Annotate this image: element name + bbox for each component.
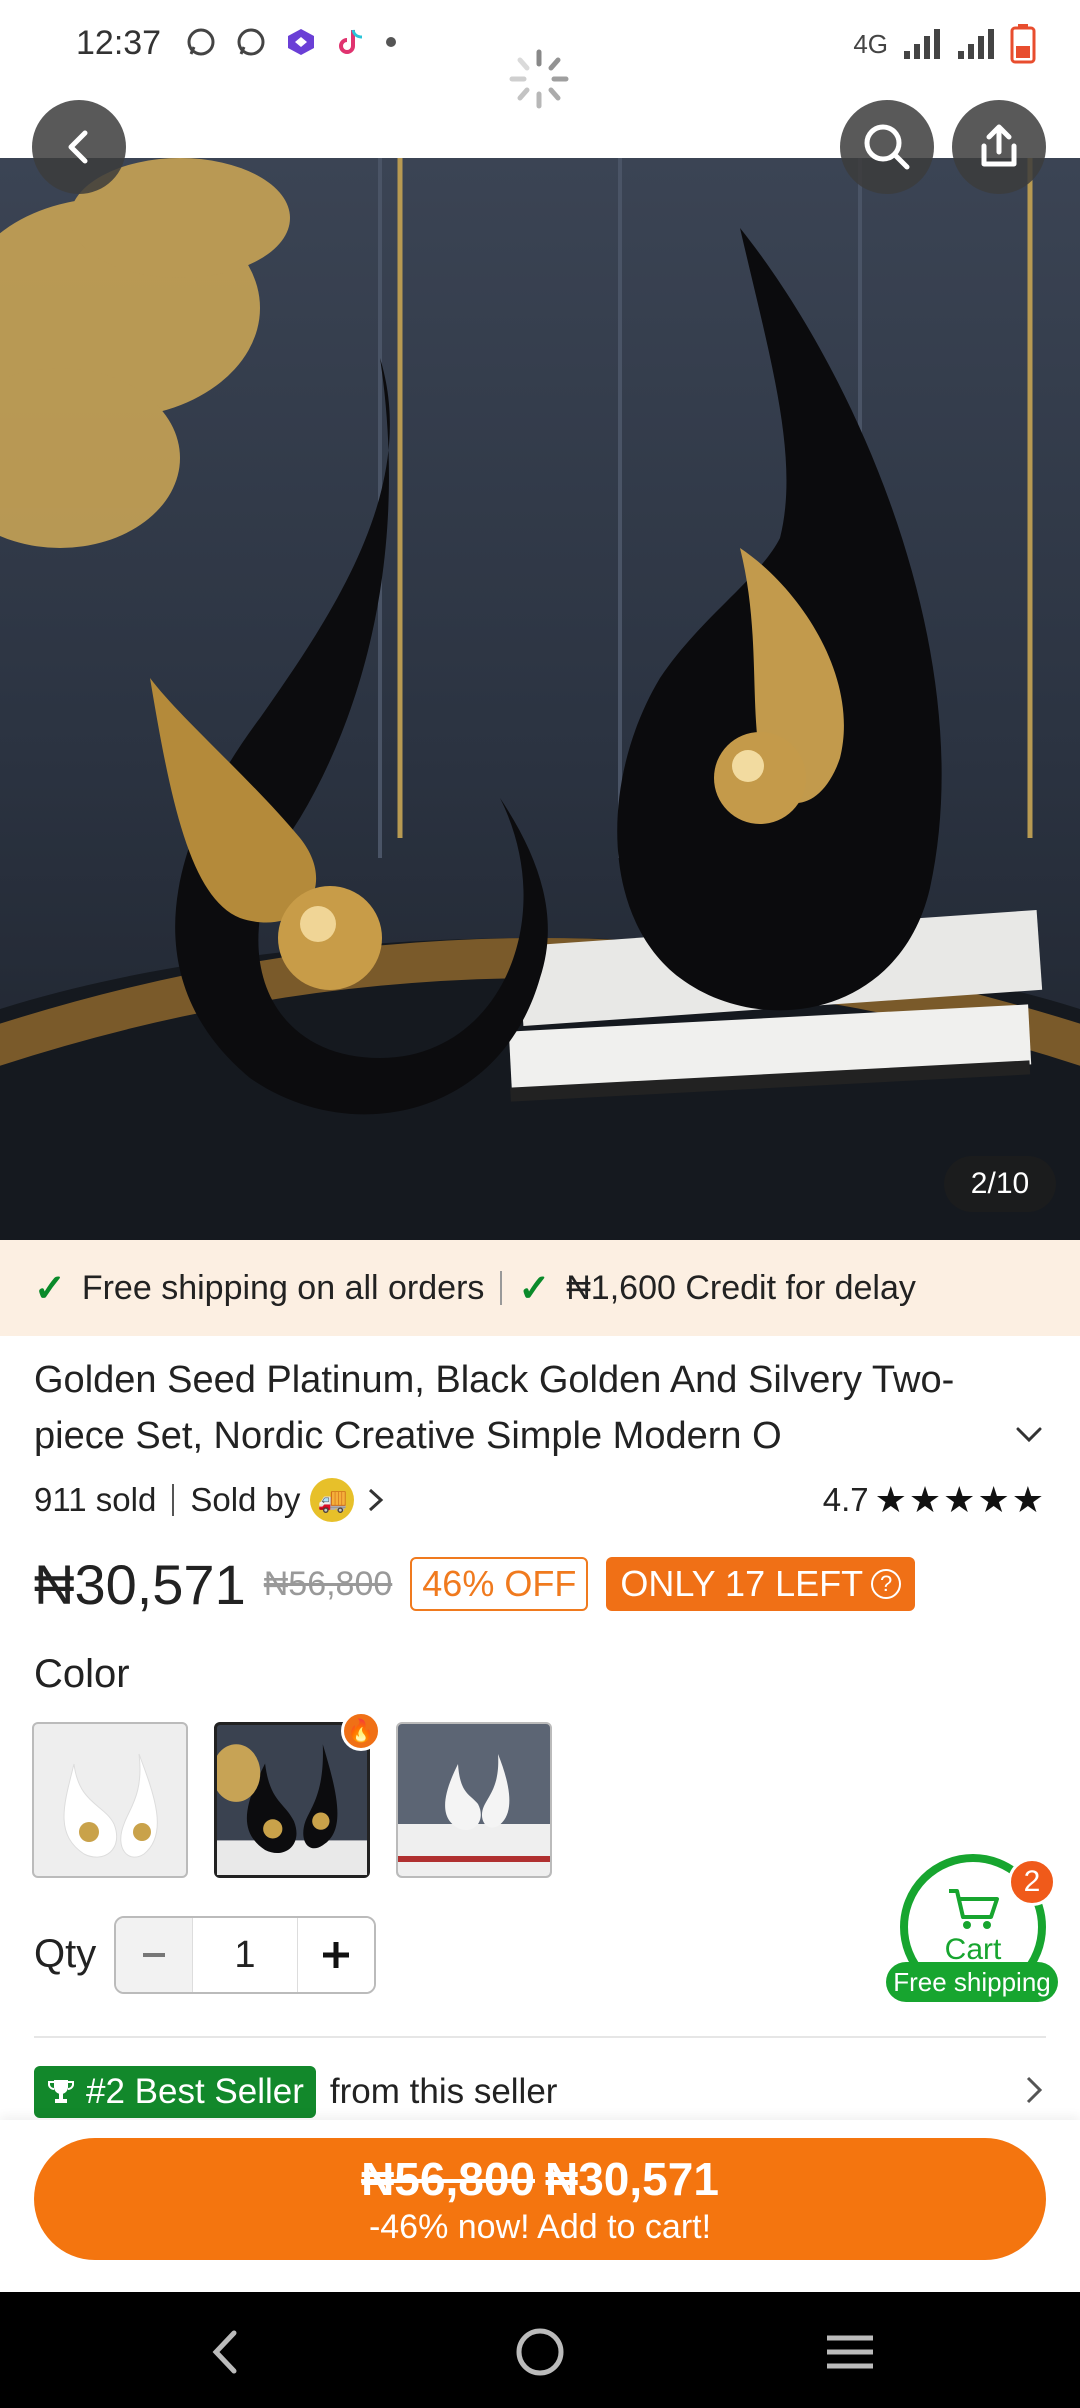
menu-lines-icon (827, 2335, 873, 2369)
rating-stars-icon: ★★★★★ (874, 1479, 1046, 1520)
floating-cart-button[interactable]: Cart 2 Free shipping (886, 1854, 1058, 2004)
whatsapp-business-icon (237, 28, 265, 56)
promo-strip[interactable]: ✓ Free shipping on all orders ✓ ₦1,600 C… (0, 1240, 1080, 1336)
sold-count: 911 sold (34, 1481, 157, 1518)
cta-subtitle: -46% now! Add to cart! (368, 2207, 712, 2246)
quantity-stepper: 1 (114, 1916, 376, 1994)
color-option-white-silver[interactable] (396, 1722, 552, 1878)
promo-divider (500, 1271, 503, 1305)
help-icon[interactable]: ? (871, 1569, 902, 1599)
status-time: 12:37 (76, 24, 162, 62)
signal-icon-2 (958, 29, 994, 59)
chevron-right-icon[interactable] (364, 1485, 388, 1515)
product-title[interactable]: Golden Seed Platinum, Black Golden And S… (34, 1352, 964, 1464)
color-option-white-gold[interactable] (32, 1722, 188, 1878)
swatch-image (212, 1744, 367, 1875)
best-seller-text: from this seller (329, 2072, 558, 2111)
chevron-down-icon[interactable] (1012, 1418, 1046, 1452)
product-meta: 911 sold Sold by 🚚 4.7 ★★★★★ (34, 1474, 1046, 1526)
cart-count-badge: 2 (1008, 1858, 1056, 1906)
chevron-right-icon[interactable] (1022, 2072, 1046, 2108)
swatch-image (63, 1753, 158, 1858)
add-to-cart-button[interactable]: ₦56,800 ₦30,571 -46% now! Add to cart! (34, 2138, 1046, 2260)
cart-icon (949, 1889, 999, 1929)
minus-icon (143, 1953, 165, 1957)
battery-low-icon (1010, 24, 1036, 64)
hot-fire-icon: 🔥 (341, 1711, 381, 1751)
home-circle-icon (516, 2328, 564, 2376)
system-status: 4G (853, 24, 1036, 64)
trophy-icon (48, 2080, 74, 2103)
signal-icon (904, 29, 940, 59)
decrease-quantity-button[interactable] (116, 1918, 192, 1992)
color-label: Color (34, 1652, 130, 1696)
stock-badge[interactable]: ONLY 17 LEFT ? (606, 1557, 916, 1611)
color-option-black-gold[interactable]: 🔥 (212, 1711, 381, 1878)
seller-logo-icon[interactable]: 🚚 (310, 1478, 355, 1522)
checkmark-icon: ✓ (518, 1267, 551, 1310)
discount-badge: 46% OFF (410, 1557, 589, 1611)
system-home-button[interactable] (510, 2322, 570, 2382)
current-price: ₦30,571 (34, 1552, 246, 1616)
loading-spinner-icon (509, 49, 569, 109)
cta-price: ₦30,571 (545, 2152, 719, 2205)
share-button[interactable] (952, 100, 1046, 194)
product-photo (0, 158, 1080, 1240)
swatch-image (398, 1754, 550, 1876)
meta-divider (172, 1484, 175, 1516)
increase-quantity-button[interactable] (298, 1918, 374, 1992)
image-counter: 2/10 (944, 1156, 1056, 1212)
quantity-value[interactable]: 1 (192, 1918, 298, 1992)
chevron-left-icon (68, 130, 88, 164)
search-button[interactable] (840, 100, 934, 194)
qty-label: Qty (34, 1932, 97, 1976)
tiktok-icon (339, 29, 363, 54)
more-notifications-dot-icon (386, 37, 396, 47)
network-type: 4G (853, 28, 888, 59)
price-row: ₦30,571 ₦56,800 46% OFF ONLY 17 LEFT ? (34, 1548, 916, 1620)
divider (34, 2036, 1046, 2038)
system-recents-button[interactable] (820, 2322, 880, 2382)
back-icon (212, 2330, 237, 2374)
search-icon (864, 124, 910, 170)
original-price: ₦56,800 (263, 1564, 393, 1603)
rating[interactable]: 4.7 ★★★★★ (823, 1479, 1046, 1521)
sold-by-label[interactable]: Sold by (190, 1481, 300, 1519)
best-seller-badge-text: #2 Best Seller (86, 2072, 304, 2111)
checkmark-icon: ✓ (34, 1267, 66, 1310)
product-image[interactable] (0, 158, 1080, 1240)
system-back-button[interactable] (196, 2322, 256, 2382)
notification-icons (185, 26, 397, 58)
cta-old-price: ₦56,800 (361, 2152, 535, 2205)
whatsapp-icon (187, 28, 215, 56)
system-navigation-bar (0, 2292, 1080, 2408)
bottom-action-bar: ₦56,800 ₦30,571 -46% now! Add to cart! (0, 2120, 1080, 2292)
cta-price-line: ₦56,800 ₦30,571 (361, 2152, 719, 2206)
best-seller-row[interactable]: #2 Best Seller from this seller (34, 2066, 557, 2118)
stock-text: ONLY 17 LEFT (620, 1563, 864, 1604)
rating-value: 4.7 (822, 1481, 869, 1518)
best-seller-badge: #2 Best Seller (34, 2066, 316, 2118)
cart-free-shipping-label: Free shipping (886, 1962, 1058, 2002)
color-swatches: 🔥 (32, 1711, 552, 1878)
plus-icon (323, 1942, 349, 1968)
credit-text: ₦1,600 Credit for delay (566, 1268, 916, 1307)
share-icon (981, 124, 1017, 167)
back-button[interactable] (32, 100, 126, 194)
free-shipping-text: Free shipping on all orders (81, 1268, 485, 1307)
app-icon (288, 29, 314, 55)
